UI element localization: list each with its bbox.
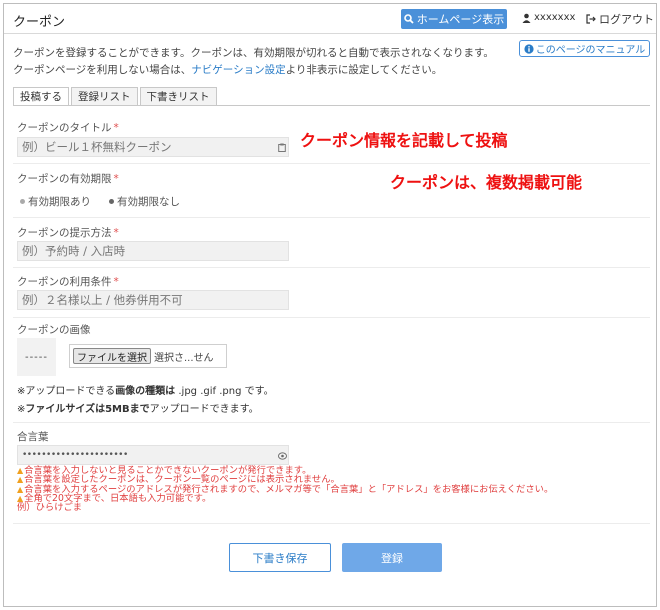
coupon-present-label-text: クーポンの提示方法 bbox=[17, 227, 112, 239]
required-mark: * bbox=[113, 227, 119, 239]
user-menu[interactable]: xxxxxxx bbox=[522, 12, 575, 23]
password-label: 合言葉 bbox=[17, 431, 49, 443]
radio-icon bbox=[20, 199, 25, 204]
description-line-2-suffix: より非表示に設定してください。 bbox=[285, 64, 443, 76]
app-frame: クーポン ホームページ表示 xxxxxxx ログアウト クーポンを登録することが… bbox=[3, 3, 657, 607]
homepage-view-button[interactable]: ホームページ表示 bbox=[401, 9, 507, 29]
description-line-2: クーポンページを利用しない場合は、ナビゲーション設定より非表示に設定してください… bbox=[13, 62, 513, 79]
tab-draft-list[interactable]: 下書きリスト bbox=[139, 87, 217, 105]
coupon-title-input[interactable]: 例）ビール１杯無料クーポン bbox=[17, 137, 289, 157]
coupon-conditions-label: クーポンの利用条件 * bbox=[17, 274, 119, 289]
user-icon bbox=[522, 13, 531, 23]
section-divider bbox=[13, 163, 650, 164]
coupon-conditions-input[interactable]: 例）２名様以上 / 他券併用不可 bbox=[17, 290, 289, 310]
info-icon bbox=[524, 43, 534, 54]
tab-divider bbox=[13, 105, 650, 106]
password-input[interactable]: •••••••••••••••••••••• bbox=[17, 445, 289, 465]
required-mark: * bbox=[113, 276, 119, 288]
radio-icon bbox=[109, 199, 114, 204]
user-name: xxxxxxx bbox=[534, 12, 576, 23]
warning-icon: ▲ bbox=[17, 466, 24, 475]
register-button[interactable]: 登録 bbox=[342, 543, 442, 572]
expiry-option-without[interactable]: 有効期限なし bbox=[109, 194, 180, 209]
choose-file-button[interactable]: ファイルを選択 bbox=[73, 348, 151, 364]
file-status-text: 選択さ...せん bbox=[154, 352, 214, 364]
page-description: クーポンを登録することができます。クーポンは、有効期限が切れると自動で表示されな… bbox=[13, 45, 513, 79]
coupon-title-label-text: クーポンのタイトル bbox=[17, 122, 112, 134]
coupon-title-label: クーポンのタイトル * bbox=[17, 120, 119, 135]
clipboard-icon[interactable] bbox=[278, 143, 286, 155]
image-type-note-bold: 画像の種類は bbox=[115, 386, 176, 397]
logout-icon bbox=[586, 14, 596, 24]
required-mark: * bbox=[113, 173, 119, 185]
warning-icon: ▲ bbox=[17, 475, 24, 485]
description-line-2-prefix: クーポンページを利用しない場合は、 bbox=[13, 64, 192, 76]
description-line-1: クーポンを登録することができます。クーポンは、有効期限が切れると自動で表示されな… bbox=[13, 47, 494, 59]
warning-item: ▲ 全角で20文字まで、日本語も入力可能です。 bbox=[17, 494, 553, 504]
coupon-present-label: クーポンの提示方法 * bbox=[17, 225, 119, 240]
eye-icon[interactable] bbox=[278, 452, 287, 463]
logout-label: ログアウト bbox=[599, 13, 654, 26]
warning-icon: ▲ bbox=[17, 484, 24, 494]
expiry-option-with[interactable]: 有効期限あり bbox=[20, 194, 91, 209]
navigation-settings-link[interactable]: ナビゲーション設定 bbox=[191, 64, 285, 76]
section-divider bbox=[13, 317, 650, 318]
expiry-option-without-label: 有効期限なし bbox=[117, 196, 180, 208]
image-type-note: ※アップロードできる画像の種類は .jpg .gif .png です。 bbox=[17, 382, 274, 397]
homepage-view-label: ホームページ表示 bbox=[416, 13, 505, 26]
section-divider bbox=[13, 523, 650, 524]
save-draft-button[interactable]: 下書き保存 bbox=[229, 543, 331, 572]
coupon-conditions-label-text: クーポンの利用条件 bbox=[17, 276, 112, 288]
tab-registered-list[interactable]: 登録リスト bbox=[71, 87, 138, 105]
page-manual-button[interactable]: このページのマニュアル bbox=[519, 40, 650, 57]
section-divider bbox=[13, 422, 650, 423]
file-size-note: ※ファイルサイズは5MBまでアップロードできます。 bbox=[17, 400, 259, 415]
section-divider bbox=[13, 267, 650, 268]
image-type-note-suffix: .jpg .gif .png です。 bbox=[175, 386, 274, 397]
image-type-note-prefix: ※アップロードできる bbox=[17, 386, 116, 397]
logout-button[interactable]: ログアウト bbox=[586, 11, 654, 27]
required-mark: * bbox=[113, 122, 119, 134]
page-manual-label: このページのマニュアル bbox=[535, 45, 646, 56]
password-example: 例）ひらけごま bbox=[17, 502, 83, 514]
annotation-post-info: クーポン情報を記載して投稿 bbox=[300, 131, 508, 150]
annotation-multiple: クーポンは、複数掲載可能 bbox=[390, 173, 583, 192]
image-thumbnail: ----- bbox=[17, 338, 56, 376]
file-size-note-bold: ファイルサイズは5MBまで bbox=[25, 404, 150, 415]
file-upload-field: ファイルを選択 選択さ...せん bbox=[69, 344, 227, 368]
coupon-expiry-label: クーポンの有効期限 * bbox=[17, 171, 119, 186]
password-warning-list: ▲ 合言葉を入力しないと見ることかできないクーポンが発行できます。 ▲ 合言葉を設定… bbox=[17, 466, 553, 514]
search-icon bbox=[403, 14, 414, 24]
coupon-present-input[interactable]: 例）予約時 / 入店時 bbox=[17, 241, 289, 261]
coupon-expiry-label-text: クーポンの有効期限 bbox=[17, 173, 112, 185]
section-divider bbox=[13, 217, 650, 218]
top-bar: クーポン ホームページ表示 xxxxxxx ログアウト bbox=[4, 4, 656, 34]
tab-bar: 投稿する 登録リスト 下書きリスト bbox=[13, 87, 219, 105]
page-title: クーポン bbox=[13, 15, 66, 30]
file-size-note-suffix: アップロードできます。 bbox=[149, 404, 259, 415]
coupon-image-label: クーポンの画像 bbox=[17, 324, 91, 336]
expiry-option-with-label: 有効期限あり bbox=[28, 196, 91, 208]
tab-post[interactable]: 投稿する bbox=[13, 87, 69, 105]
